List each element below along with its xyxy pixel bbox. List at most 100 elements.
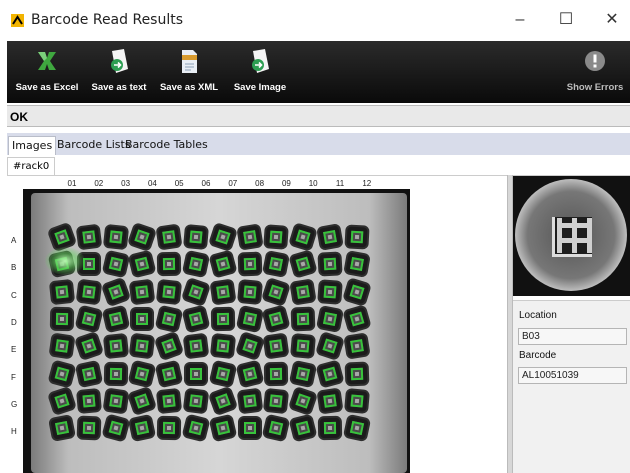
tube-B06[interactable] — [184, 252, 208, 277]
show-errors-button[interactable]: Show Errors — [563, 47, 627, 99]
tube-A02[interactable] — [77, 225, 100, 249]
tube-barcode-marker — [54, 393, 70, 409]
tube-G05[interactable] — [158, 389, 181, 412]
tube-barcode-marker — [323, 257, 337, 271]
tube-barcode-marker — [350, 367, 364, 380]
tube-E04[interactable] — [131, 335, 154, 358]
tube-E12[interactable] — [345, 334, 369, 358]
tube-H05[interactable] — [159, 417, 180, 439]
save-as-excel-button[interactable]: Save as Excel — [13, 47, 81, 99]
tube-barcode-marker — [108, 420, 123, 436]
tube-D04[interactable] — [132, 308, 153, 329]
tube-C11[interactable] — [319, 280, 341, 303]
tube-E07[interactable] — [211, 335, 234, 358]
tube-C05[interactable] — [158, 280, 181, 303]
tube-D10[interactable] — [292, 308, 314, 330]
tube-barcode-marker — [349, 284, 365, 300]
tube-H12[interactable] — [344, 416, 369, 440]
tube-F07[interactable] — [210, 361, 235, 386]
tube-C01[interactable] — [51, 280, 73, 303]
tube-barcode-marker — [188, 311, 204, 327]
row-label-E: E — [11, 345, 17, 355]
tube-barcode-marker — [188, 283, 204, 300]
tube-F02[interactable] — [76, 361, 101, 386]
barcode-field[interactable]: AL10051039 — [518, 367, 627, 384]
close-button[interactable]: ✕ — [592, 8, 630, 32]
save-image-button[interactable]: Save Image — [229, 47, 291, 99]
tube-A12[interactable] — [346, 226, 368, 248]
column-label-02: 02 — [94, 179, 104, 188]
tab-images[interactable]: Images — [8, 136, 57, 155]
save-as-text-button[interactable]: Save as text — [87, 47, 151, 99]
tube-barcode-marker — [269, 420, 284, 436]
tube-D01[interactable] — [51, 308, 73, 330]
tube-B05[interactable] — [159, 254, 180, 275]
tube-D08[interactable] — [237, 307, 262, 331]
tube-G08[interactable] — [238, 389, 261, 412]
location-field[interactable]: B03 — [518, 328, 627, 345]
datamatrix-module — [572, 248, 577, 253]
minimize-button[interactable]: – — [500, 8, 540, 32]
tube-F08[interactable] — [237, 361, 262, 386]
maximize-button[interactable]: ☐ — [546, 8, 586, 32]
title-bar: Barcode Read Results – ☐ ✕ — [0, 0, 630, 41]
tube-E03[interactable] — [104, 335, 127, 358]
tube-barcode-marker — [54, 366, 70, 381]
tube-C04[interactable] — [131, 280, 154, 303]
tube-G02[interactable] — [77, 389, 100, 412]
save-as-xml-button[interactable]: Save as XML — [157, 47, 221, 99]
tube-E06[interactable] — [184, 335, 208, 358]
tube-barcode-marker — [216, 284, 230, 299]
tube-barcode-marker — [54, 229, 70, 245]
tube-G06[interactable] — [184, 389, 208, 412]
tube-C08[interactable] — [238, 280, 261, 303]
tube-F09[interactable] — [266, 363, 287, 384]
tube-G12[interactable] — [345, 389, 368, 412]
tube-F03[interactable] — [105, 363, 126, 384]
tube-H01[interactable] — [50, 416, 74, 440]
tube-G03[interactable] — [104, 389, 127, 413]
tube-A06[interactable] — [185, 226, 207, 248]
tube-H08[interactable] — [239, 418, 260, 439]
tube-barcode-marker — [188, 420, 204, 436]
tube-H11[interactable] — [319, 417, 341, 439]
tube-B08[interactable] — [239, 253, 260, 275]
tube-D11[interactable] — [318, 307, 342, 331]
tube-barcode-marker — [269, 257, 284, 272]
image-save-icon — [252, 49, 269, 73]
toolbar: Save as Excel Save as text Save as XML S… — [7, 41, 630, 103]
tube-E09[interactable] — [265, 334, 288, 358]
tube-D03[interactable] — [103, 306, 128, 331]
tube-barcode-marker — [295, 420, 311, 436]
tube-A08[interactable] — [238, 225, 262, 249]
tube-A05[interactable] — [157, 225, 181, 249]
tube-B11[interactable] — [319, 253, 341, 275]
tube-E01[interactable] — [50, 334, 74, 358]
tab-barcode-tables[interactable]: Barcode Tables — [122, 136, 211, 155]
status-text: OK — [10, 110, 28, 124]
tube-H02[interactable] — [78, 417, 100, 439]
tube-C07[interactable] — [211, 280, 235, 303]
tube-A09[interactable] — [265, 226, 288, 248]
tube-barcode-marker — [55, 339, 69, 353]
row-label-B: B — [11, 263, 17, 273]
tube-B12[interactable] — [345, 252, 369, 276]
tube-barcode-marker — [162, 230, 176, 244]
tab-rack0[interactable]: #rack0 — [7, 157, 56, 175]
tube-barcode-marker — [295, 229, 311, 245]
tube-barcode-marker — [242, 394, 257, 408]
tube-G09[interactable] — [265, 389, 288, 412]
tube-A03[interactable] — [104, 226, 127, 248]
tube-C10[interactable] — [291, 280, 315, 304]
tube-F06[interactable] — [186, 363, 206, 384]
tube-F12[interactable] — [346, 363, 368, 384]
tube-E10[interactable] — [292, 335, 315, 358]
tube-D07[interactable] — [212, 308, 233, 330]
rack-image[interactable] — [23, 189, 410, 473]
tube-G11[interactable] — [318, 389, 342, 413]
tube-C02[interactable] — [77, 280, 100, 303]
tube-F10[interactable] — [291, 361, 316, 386]
save-as-text-label: Save as text — [91, 82, 147, 93]
tube-A11[interactable] — [318, 225, 342, 249]
column-label-11: 11 — [335, 179, 345, 188]
